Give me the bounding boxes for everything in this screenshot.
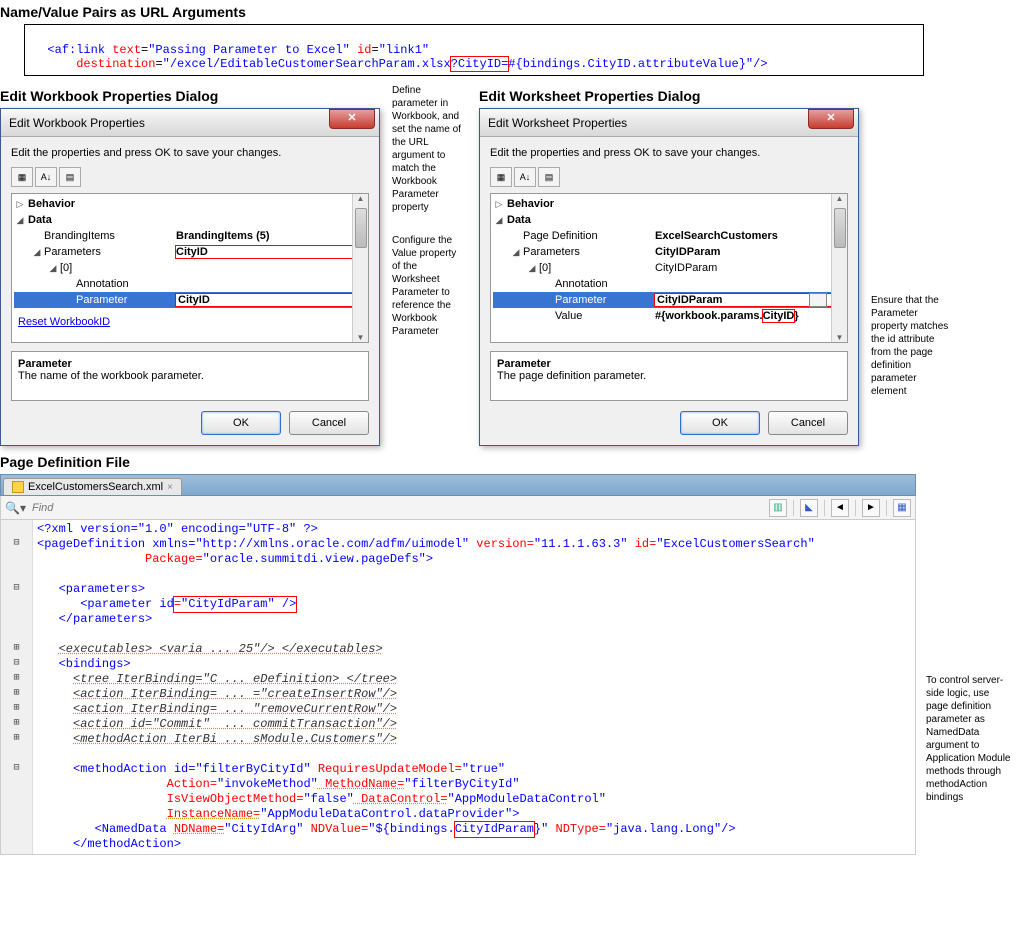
categorized-icon[interactable]: ▦ — [490, 167, 512, 187]
worksheet-tree[interactable]: ▷Behavior ◢Data Page DefinitionExcelSear… — [490, 193, 848, 343]
xml-editor[interactable]: ⊟ ⊟ ⊞ ⊟ ⊞ ⊞ ⊞ ⊞ ⊞ ⊟ <?xml version="1.0" … — [0, 520, 916, 855]
workbook-parameter-row[interactable]: ParameterCityID — [14, 292, 366, 308]
sort-az-icon[interactable]: A↓ — [35, 167, 57, 187]
page-def-file-icon — [12, 481, 24, 493]
toolbar-icon-5[interactable]: ▦ — [893, 499, 911, 517]
heading-page-def: Page Definition File — [0, 454, 1022, 470]
worksheet-desc: Parameter The page definition parameter. — [490, 351, 848, 401]
workbook-instruction: Edit the properties and press OK to save… — [11, 147, 369, 159]
worksheet-instruction: Edit the properties and press OK to save… — [490, 147, 848, 159]
heading-url-args: Name/Value Pairs as URL Arguments — [0, 4, 1022, 20]
pages-icon[interactable]: ▤ — [59, 167, 81, 187]
toolbar-icon-1[interactable]: ▥ — [769, 499, 787, 517]
xml-code-lines[interactable]: <?xml version="1.0" encoding="UTF-8" ?> … — [33, 520, 915, 854]
af-link-code: <af:link text="Passing Parameter to Exce… — [24, 24, 924, 76]
worksheet-titlebar[interactable]: Edit Worksheet Properties ✕ — [480, 109, 858, 137]
bookmark-icon[interactable]: ◣ — [800, 499, 818, 517]
ellipsis-button[interactable]: ... — [809, 293, 827, 307]
heading-worksheet-dialog: Edit Worksheet Properties Dialog — [479, 88, 859, 104]
editor-gutter[interactable]: ⊟ ⊟ ⊞ ⊟ ⊞ ⊞ ⊞ ⊞ ⊞ ⊟ — [1, 520, 33, 854]
worksheet-title: Edit Worksheet Properties — [488, 116, 627, 130]
tree-scrollbar[interactable] — [831, 194, 847, 342]
tab-close-icon[interactable]: × — [167, 482, 173, 493]
sort-az-icon[interactable]: A↓ — [514, 167, 536, 187]
editor-toolbar: 🔍▾ ▥ ◣ ◄ ► ▦ — [0, 496, 916, 520]
flag-prev-icon[interactable]: ◄ — [831, 499, 849, 517]
workbook-tree[interactable]: ▷Behavior ◢Data BrandingItemsBrandingIte… — [11, 193, 369, 343]
cancel-button[interactable]: Cancel — [768, 411, 848, 435]
workbook-titlebar[interactable]: Edit Workbook Properties ✕ — [1, 109, 379, 137]
pages-icon[interactable]: ▤ — [538, 167, 560, 187]
worksheet-property-toolbar: ▦ A↓ ▤ — [490, 167, 848, 187]
ok-button[interactable]: OK — [201, 411, 281, 435]
file-tab-excelcustomers[interactable]: ExcelCustomersSearch.xml × — [3, 478, 182, 495]
annotation-define-param: Define parameter in Workbook, and set th… — [392, 84, 467, 214]
search-icon[interactable]: 🔍▾ — [5, 501, 26, 515]
heading-workbook-dialog: Edit Workbook Properties Dialog — [0, 88, 380, 104]
workbook-desc: Parameter The name of the workbook param… — [11, 351, 369, 401]
file-tab-bar: ExcelCustomersSearch.xml × — [0, 474, 916, 496]
categorized-icon[interactable]: ▦ — [11, 167, 33, 187]
close-icon[interactable]: ✕ — [808, 109, 854, 129]
ok-button[interactable]: OK — [680, 411, 760, 435]
tree-scrollbar[interactable] — [352, 194, 368, 342]
reset-workbookid-link[interactable]: Reset WorkbookID — [18, 316, 110, 328]
workbook-property-toolbar: ▦ A↓ ▤ — [11, 167, 369, 187]
annotation-ensure-match: Ensure that the Parameter property match… — [871, 84, 951, 398]
edit-worksheet-dialog: Edit Worksheet Properties ✕ Edit the pro… — [479, 108, 859, 446]
worksheet-parameter-row[interactable]: ParameterCityIDParam ... — [493, 292, 845, 308]
close-icon[interactable]: ✕ — [329, 109, 375, 129]
flag-next-icon[interactable]: ► — [862, 499, 880, 517]
annotation-named-data: To control server-side logic, use page d… — [926, 474, 1011, 804]
annotation-configure-value: Configure the Value property of the Work… — [392, 234, 467, 338]
edit-workbook-dialog: Edit Workbook Properties ✕ Edit the prop… — [0, 108, 380, 446]
workbook-title: Edit Workbook Properties — [9, 116, 145, 130]
cancel-button[interactable]: Cancel — [289, 411, 369, 435]
search-input[interactable] — [32, 502, 232, 514]
